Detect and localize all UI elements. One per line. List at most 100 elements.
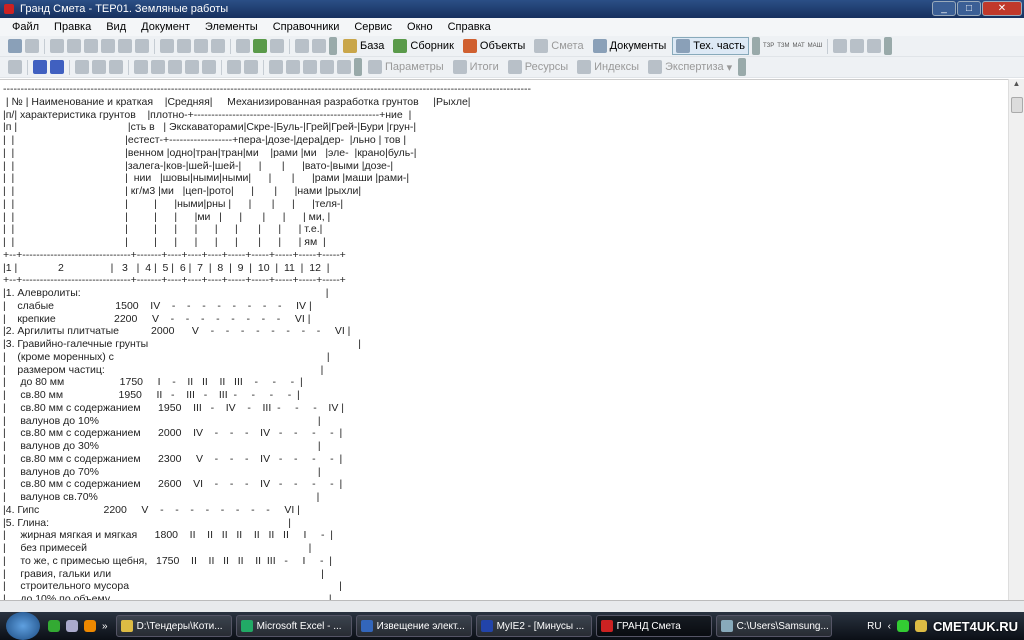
mash-button[interactable]: МАШ (808, 43, 823, 49)
quicklaunch-icon[interactable] (48, 620, 60, 632)
toolbar-grip[interactable] (884, 37, 893, 55)
expertise-button[interactable]: Экспертиза ▾ (645, 59, 735, 75)
menu-elements[interactable]: Элементы (205, 21, 258, 33)
chevron-right-icon[interactable]: » (102, 621, 108, 632)
group-icon[interactable] (227, 60, 241, 74)
minimize-button[interactable]: _ (932, 1, 956, 16)
taskbar-item[interactable]: MyIE2 - [Минусы ... (475, 615, 592, 637)
quicklaunch-icon[interactable] (84, 620, 96, 632)
text-icon[interactable] (244, 60, 258, 74)
estimate-button[interactable]: Смета (531, 38, 586, 54)
menu-view[interactable]: Вид (106, 21, 126, 33)
maximize-button[interactable]: □ (957, 1, 981, 16)
save-icon[interactable] (8, 39, 22, 53)
document-text: ----------------------------------------… (0, 80, 1008, 600)
document-line: +--+-------------------------------+----… (3, 248, 346, 261)
toolbar-grip[interactable] (354, 58, 362, 76)
taskbar-item[interactable]: Извещение элект... (355, 615, 472, 637)
add-resource-icon[interactable] (202, 60, 216, 74)
sort-icon[interactable] (211, 39, 225, 53)
globe-icon[interactable] (253, 39, 267, 53)
comment-icon[interactable] (75, 60, 89, 74)
document-line: |1 | 2 | 3 | 4 | 5 | 6 | 7 | 8 | 9 | 10 … (3, 261, 330, 274)
tray-icon[interactable] (914, 620, 927, 632)
objects-button[interactable]: Объекты (460, 38, 528, 54)
totals-button[interactable]: Итоги (450, 59, 502, 75)
calc-icon[interactable] (303, 60, 317, 74)
menu-document[interactable]: Документ (141, 21, 190, 33)
quicklaunch-icon[interactable] (66, 620, 78, 632)
format-icon[interactable] (109, 60, 123, 74)
menu-help[interactable]: Справка (448, 21, 491, 33)
cut-icon[interactable] (67, 39, 81, 53)
indexes-button[interactable]: Индексы (574, 59, 642, 75)
scroll-thumb[interactable] (1011, 97, 1023, 113)
table-icon[interactable] (194, 39, 208, 53)
chart-icon[interactable] (33, 60, 47, 74)
insert-icon[interactable] (8, 60, 22, 74)
taskbar-item[interactable]: C:\Users\Samsung... (715, 615, 832, 637)
toolbar-grip[interactable] (329, 37, 337, 55)
percent-off-icon[interactable] (320, 60, 334, 74)
chevron-left-icon[interactable]: ‹ (888, 621, 891, 632)
tzr-button[interactable]: ТЗР (763, 43, 774, 49)
vertical-scrollbar[interactable]: ▲ (1008, 79, 1024, 600)
link-icon[interactable] (92, 60, 106, 74)
word-icon (360, 620, 373, 632)
parameters-icon (368, 60, 382, 74)
document-line: |2. Аргилиты плитчатые 2000 V - - - - - … (3, 325, 351, 338)
add-section-icon[interactable] (151, 60, 165, 74)
start-button[interactable] (6, 612, 40, 640)
document-line: | крепкие 2200 V - - - - - - - - VI | (3, 312, 311, 325)
delete-icon[interactable] (160, 39, 174, 53)
taskbar-item[interactable]: Microsoft Excel - ... (235, 615, 352, 637)
tzm-button[interactable]: ТЗМ (777, 43, 789, 49)
toolbar-grip[interactable] (751, 37, 760, 55)
documents-button[interactable]: Документы (590, 38, 670, 54)
save-all-icon[interactable] (25, 39, 39, 53)
menu-file[interactable]: Файл (12, 21, 39, 33)
copy-icon[interactable] (50, 39, 64, 53)
menu-service[interactable]: Сервис (354, 21, 392, 33)
tech-part-document[interactable]: ----------------------------------------… (0, 79, 1008, 600)
tray-icon[interactable] (896, 620, 909, 632)
disc-icon[interactable] (270, 39, 284, 53)
properties-icon[interactable] (177, 39, 191, 53)
document-line: +--+-------------------------------+----… (3, 274, 346, 287)
document-line: | валунов до 70% | (3, 465, 321, 478)
taskbar-item[interactable]: D:\Тендеры\Коти... (115, 615, 232, 637)
paste-icon[interactable] (84, 39, 98, 53)
coefficient-icon[interactable] (269, 60, 283, 74)
layout-icon[interactable] (833, 39, 848, 53)
form-icon[interactable] (295, 39, 309, 53)
add-subsection-icon[interactable] (168, 60, 182, 74)
tree-icon[interactable] (850, 39, 865, 53)
document-line: | | | | |ными|рны | | | | |теля-| (3, 197, 344, 210)
find-icon[interactable] (135, 39, 149, 53)
collection-button[interactable]: Сборник (390, 38, 457, 54)
tech-part-button[interactable]: Тех. часть (672, 37, 749, 55)
taskbar-item-active[interactable]: ГРАНД Смета (595, 615, 712, 637)
parameters-button[interactable]: Параметры (365, 59, 447, 75)
resources-button[interactable]: Ресурсы (505, 59, 571, 75)
close-button[interactable]: ✕ (982, 1, 1022, 16)
index-icon[interactable] (286, 60, 300, 74)
menu-edit[interactable]: Правка (54, 21, 91, 33)
redo-icon[interactable] (118, 39, 132, 53)
toolbar-grip[interactable] (738, 58, 747, 76)
document-line: | валунов св.70% | (3, 491, 320, 503)
mat-button[interactable]: МАТ (792, 43, 804, 49)
menu-window[interactable]: Окно (407, 21, 433, 33)
undo-icon[interactable] (101, 39, 115, 53)
menu-references[interactable]: Справочники (273, 21, 340, 33)
list-icon[interactable] (867, 39, 882, 53)
add-item-icon[interactable] (185, 60, 199, 74)
scroll-up-icon[interactable]: ▲ (1009, 79, 1024, 95)
language-indicator[interactable]: RU (867, 621, 881, 632)
calculator-icon[interactable] (50, 60, 64, 74)
base-button[interactable]: База (340, 38, 387, 54)
folder-icon[interactable] (236, 39, 250, 53)
add-row-icon[interactable] (134, 60, 148, 74)
edit-icon[interactable] (312, 39, 326, 53)
percent-on-icon[interactable] (337, 60, 351, 74)
